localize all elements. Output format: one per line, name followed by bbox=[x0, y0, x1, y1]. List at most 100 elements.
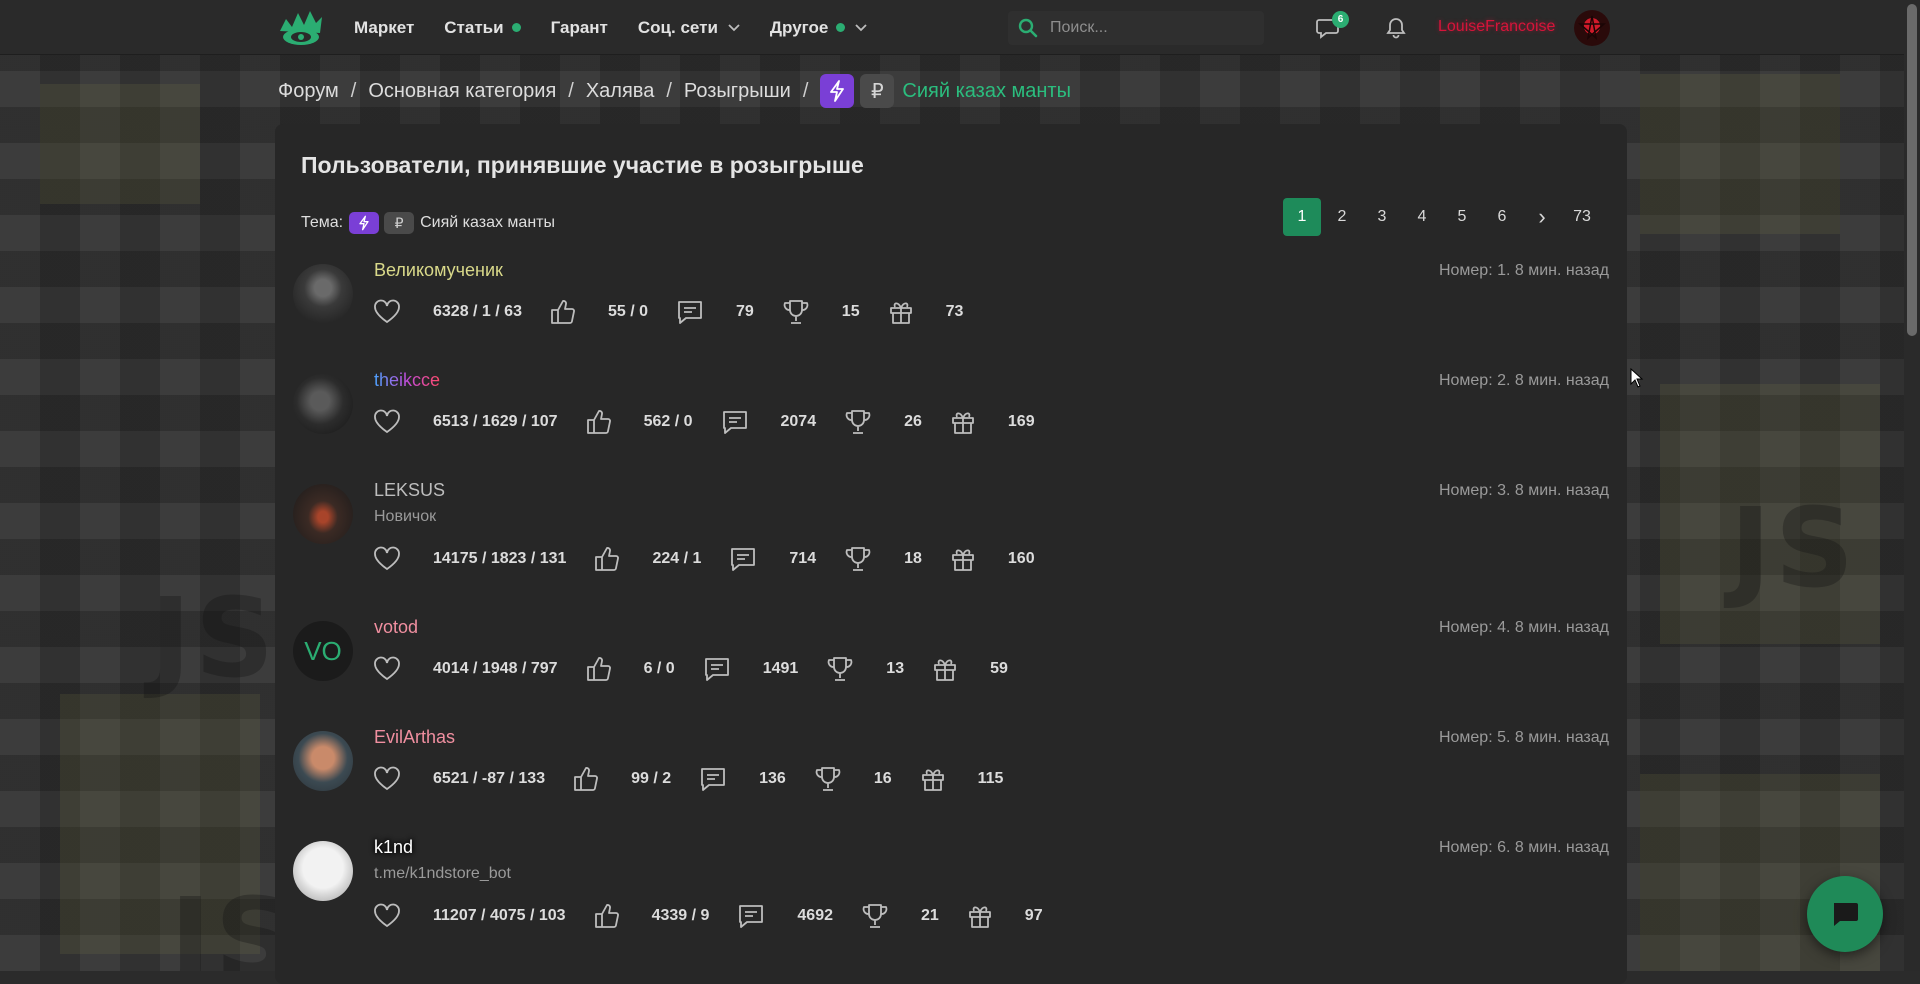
gift-icon bbox=[950, 409, 992, 435]
nav-guarantor-label: Гарант bbox=[550, 17, 608, 37]
participant-avatar[interactable] bbox=[293, 484, 353, 544]
stat-value: 6521 / -87 / 133 bbox=[433, 770, 546, 787]
breadcrumb-freebies[interactable]: Халява bbox=[586, 80, 655, 103]
page-button-5[interactable]: 5 bbox=[1443, 198, 1481, 236]
stat-trophies: 21 bbox=[861, 902, 939, 930]
new-content-dot bbox=[836, 23, 846, 32]
ruble-tag-icon: ₽ bbox=[384, 212, 415, 234]
participant-stats: 11207 / 4075 / 103 4339 / 9 4692 21 97 bbox=[373, 902, 1071, 930]
participant-username[interactable]: EvilArthas bbox=[374, 727, 455, 748]
participant-avatar[interactable]: VO bbox=[293, 621, 353, 681]
gift-icon bbox=[932, 656, 974, 682]
participant-subtitle: Новичок bbox=[374, 508, 437, 525]
breadcrumb-main-category[interactable]: Основная категория bbox=[368, 80, 556, 103]
breadcrumb-separator: / bbox=[802, 79, 809, 102]
heart-icon bbox=[373, 546, 417, 572]
breadcrumb-current-thread[interactable]: Сияй казах манты bbox=[902, 80, 1071, 103]
theme-link[interactable]: Сияй казах манты bbox=[420, 214, 555, 232]
gift-icon bbox=[888, 299, 930, 325]
participant-entry-meta: Номер: 3. 8 мин. назад bbox=[1438, 482, 1609, 499]
search-icon bbox=[1018, 18, 1038, 38]
nav-other[interactable]: Другое bbox=[770, 18, 867, 38]
page-button-2[interactable]: 2 bbox=[1323, 198, 1361, 236]
breadcrumb-forum[interactable]: Форум bbox=[278, 80, 339, 103]
nav-market[interactable]: Маркет bbox=[354, 18, 414, 38]
stat-messages: 714 bbox=[729, 546, 816, 572]
top-navigation-bar: Маркет Статьи Гарант Соц. сети Другое 6 bbox=[0, 0, 1920, 55]
pagination: 1 2 3 4 5 6 › 73 bbox=[1281, 198, 1601, 236]
stat-value: 4339 / 9 bbox=[651, 907, 710, 924]
participant-avatar[interactable] bbox=[293, 731, 353, 791]
trophy-icon bbox=[844, 545, 888, 573]
theme-label: Тема: bbox=[301, 214, 344, 231]
stat-likes: 11207 / 4075 / 103 bbox=[373, 903, 566, 929]
participant-row: theikсce Номер: 2. 8 мин. назад 6513 / 162… bbox=[293, 370, 1609, 470]
message-icon bbox=[729, 546, 773, 572]
user-avatar[interactable] bbox=[1574, 10, 1610, 46]
scrollbar-thumb[interactable] bbox=[1907, 4, 1917, 336]
message-icon bbox=[676, 299, 720, 325]
nav-guarantor[interactable]: Гарант bbox=[551, 18, 608, 38]
thumbs-up-icon bbox=[586, 656, 628, 682]
stat-value: 11207 / 4075 / 103 bbox=[433, 907, 566, 924]
search-box[interactable] bbox=[1008, 11, 1264, 45]
stat-value: 97 bbox=[1024, 907, 1043, 924]
nav-articles[interactable]: Статьи bbox=[444, 17, 521, 38]
nav-articles-label: Статьи bbox=[444, 17, 504, 37]
bell-icon[interactable] bbox=[1384, 16, 1408, 40]
page-button-6[interactable]: 6 bbox=[1483, 198, 1521, 236]
stat-value: 4692 bbox=[797, 907, 833, 924]
participant-username[interactable]: votod bbox=[374, 617, 418, 638]
lightning-tag-icon bbox=[349, 212, 380, 234]
chat-button[interactable] bbox=[1807, 876, 1883, 952]
page-button-3[interactable]: 3 bbox=[1363, 198, 1401, 236]
stat-value: 55 / 0 bbox=[607, 303, 648, 320]
current-username[interactable]: LouiseFrancoise bbox=[1438, 18, 1555, 36]
stat-thumbs: 4339 / 9 bbox=[594, 903, 710, 929]
nav-social[interactable]: Соц. сети bbox=[638, 18, 740, 38]
avatar-initials: VO bbox=[304, 635, 342, 666]
participant-entry-meta: Номер: 2. 8 мин. назад bbox=[1438, 372, 1609, 389]
page-button-1[interactable]: 1 bbox=[1283, 198, 1321, 236]
breadcrumb-separator: / bbox=[568, 79, 574, 102]
trophy-icon bbox=[861, 902, 905, 930]
stat-likes: 14175 / 1823 / 131 bbox=[373, 546, 566, 572]
participant-username[interactable]: k1nd bbox=[374, 837, 413, 858]
lightning-tag-icon bbox=[820, 74, 855, 108]
trophy-icon bbox=[814, 765, 858, 793]
participant-row: Великомученик Номер: 1. 8 мин. назад 6328 … bbox=[293, 260, 1609, 360]
stat-trophies: 13 bbox=[826, 655, 904, 683]
stat-trophies: 26 bbox=[844, 408, 922, 436]
mouse-cursor-icon bbox=[1630, 368, 1644, 388]
thumbs-up-icon bbox=[550, 299, 592, 325]
next-page-button[interactable]: › bbox=[1523, 198, 1561, 236]
page-button-4[interactable]: 4 bbox=[1403, 198, 1441, 236]
participant-username[interactable]: Великомученик bbox=[374, 260, 503, 281]
participant-username[interactable]: LEKSUS bbox=[374, 480, 445, 501]
participant-row: k1nd t.me/k1ndstore_bot Номер: 6. 8 мин. н… bbox=[293, 837, 1609, 947]
participant-username[interactable]: theikсce bbox=[374, 370, 440, 391]
nav-market-label: Маркет bbox=[354, 17, 415, 37]
participant-avatar[interactable] bbox=[293, 264, 353, 324]
stat-thumbs: 6 / 0 bbox=[586, 656, 675, 682]
last-page-button[interactable]: 73 bbox=[1563, 198, 1601, 236]
ruble-tag-icon: ₽ bbox=[860, 74, 895, 108]
site-logo-icon[interactable] bbox=[278, 9, 324, 47]
stat-likes: 6513 / 1629 / 107 bbox=[373, 409, 558, 435]
breadcrumb-giveaways[interactable]: Розыгрыши bbox=[684, 80, 791, 103]
stat-value: 59 bbox=[990, 660, 1008, 677]
participant-entry-meta: Номер: 1. 8 мин. назад bbox=[1438, 262, 1609, 279]
participant-avatar[interactable] bbox=[293, 374, 353, 434]
trophy-icon bbox=[782, 298, 826, 326]
stat-likes: 6328 / 1 / 63 bbox=[373, 299, 522, 325]
stat-value: 1491 bbox=[762, 660, 799, 677]
search-input[interactable] bbox=[1048, 18, 1248, 38]
stat-thumbs: 562 / 0 bbox=[586, 409, 693, 435]
heart-icon bbox=[373, 903, 417, 929]
breadcrumb-separator: / bbox=[350, 79, 357, 102]
stat-value: 136 bbox=[759, 770, 786, 787]
heart-icon bbox=[373, 766, 417, 792]
participant-avatar[interactable] bbox=[293, 841, 353, 901]
participant-stats: 6521 / -87 / 133 99 / 2 136 16 115 bbox=[373, 765, 1031, 793]
gift-icon bbox=[967, 903, 1009, 929]
